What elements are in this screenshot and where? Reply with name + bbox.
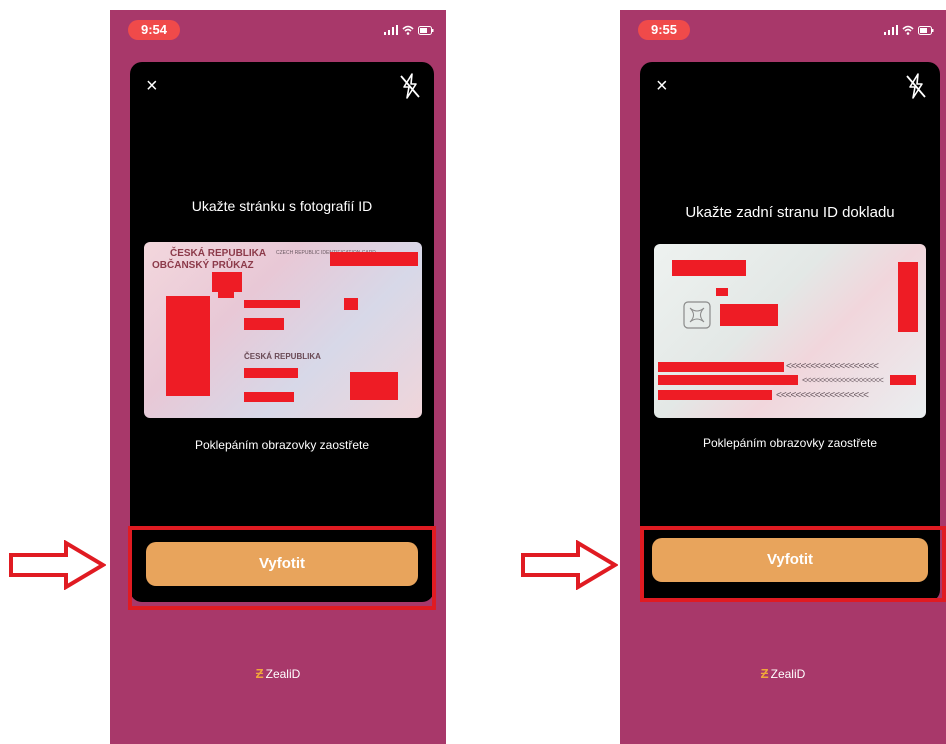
status-icons [883, 24, 934, 36]
camera-view[interactable]: × Ukažte stránku s fotografií ID ČESKÁ R… [130, 62, 434, 602]
close-icon[interactable]: × [656, 76, 668, 96]
camera-view[interactable]: × Ukažte zadní stranu ID dokladu <<<<<<<… [640, 62, 940, 602]
arrow-right-icon [9, 540, 106, 590]
redaction [244, 392, 294, 402]
status-icons [383, 24, 434, 36]
card-title: ČESKÁ REPUBLIKA [170, 248, 267, 259]
redaction [898, 262, 918, 332]
zealid-logo-icon: Ƶ [760, 666, 769, 681]
mrz-line: <<<<<<<<<<<<<<<<<<< [802, 375, 884, 385]
tap-to-focus-hint: Poklepáním obrazovky zaostřete [194, 438, 370, 452]
id-card-back: <<<<<<<<<<<<<<<<<<< <<<<<<<<<<<<<<<<<<< … [654, 244, 926, 418]
card-nationality: ČESKÁ REPUBLIKA [244, 352, 321, 361]
zealid-logo: Ƶ ZealiD [255, 666, 301, 681]
flash-off-icon[interactable] [904, 72, 928, 100]
redaction [244, 368, 298, 378]
arrow-right-icon [521, 540, 618, 590]
signal-icon [883, 25, 898, 36]
battery-icon [918, 25, 934, 35]
flash-off-icon[interactable] [398, 72, 422, 100]
capture-button[interactable]: Vyfotit [146, 542, 418, 586]
close-icon[interactable]: × [146, 76, 158, 96]
chip-icon [683, 301, 711, 329]
phone-screen-front: 9:54 × Ukažte stránku s fotografií ID ČE… [110, 10, 446, 744]
redaction [720, 304, 778, 326]
redaction [716, 288, 728, 296]
redaction [218, 288, 234, 298]
redaction [350, 372, 398, 400]
phone-screen-back: 9:55 × Ukažte zadní stranu ID dokladu <<… [620, 10, 946, 744]
card-subtitle: OBČANSKÝ PRŮKAZ [152, 260, 254, 271]
wifi-icon [402, 25, 414, 35]
zealid-logo: Ƶ ZealiD [760, 666, 806, 681]
redaction [658, 362, 784, 372]
status-time: 9:55 [638, 20, 690, 40]
redaction [672, 260, 746, 276]
mrz-line: <<<<<<<<<<<<<<<<<<< [776, 390, 869, 401]
status-time: 9:54 [128, 20, 180, 40]
tap-to-focus-hint: Poklepáním obrazovky zaostřete [702, 436, 878, 450]
battery-icon [418, 25, 434, 35]
zealid-logo-icon: Ƶ [255, 666, 264, 681]
id-card-front: ČESKÁ REPUBLIKA OBČANSKÝ PRŮKAZ CZECH RE… [144, 242, 422, 418]
instruction-text: Ukažte stránku s fotografií ID [191, 198, 373, 214]
capture-button[interactable]: Vyfotit [652, 538, 928, 582]
redaction [244, 318, 284, 330]
redaction [658, 375, 798, 385]
redaction-photo [166, 296, 210, 396]
redaction [244, 300, 300, 308]
redaction [890, 375, 916, 385]
wifi-icon [902, 25, 914, 35]
redaction [344, 298, 358, 310]
instruction-text: Ukažte zadní stranu ID dokladu [685, 204, 895, 221]
redaction [330, 252, 418, 266]
redaction [658, 390, 772, 400]
signal-icon [383, 25, 398, 36]
mrz-line: <<<<<<<<<<<<<<<<<<< [786, 361, 879, 372]
